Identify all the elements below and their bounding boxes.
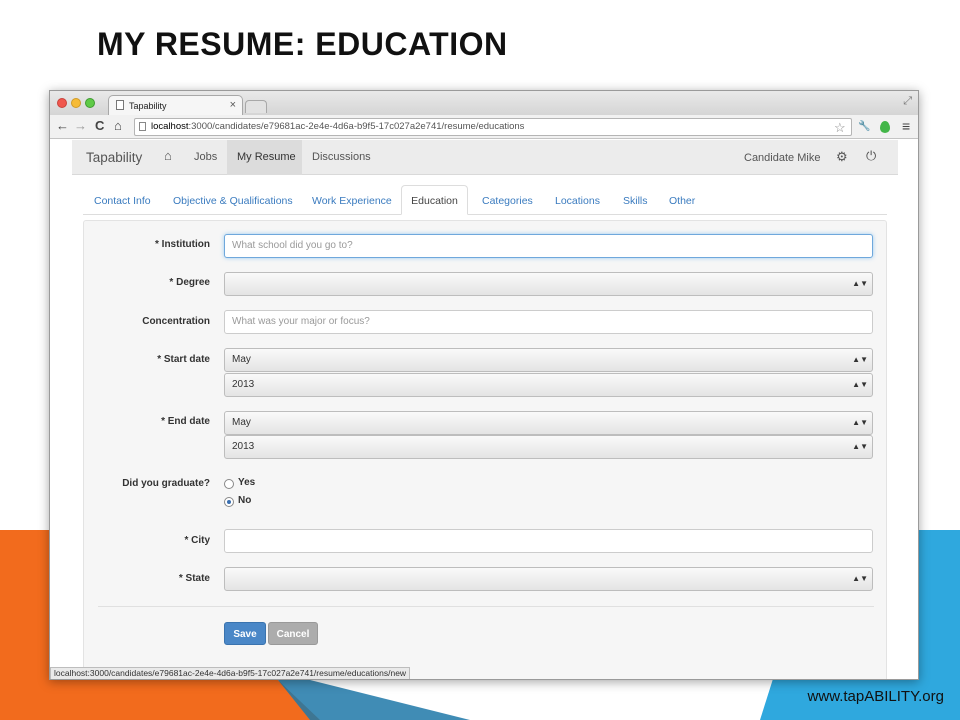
education-form: * Institution What school did you go to?… [83,220,887,679]
browser-tabbar: Tapability × ⤢ [50,91,918,115]
start-date-label: * Start date [157,354,210,365]
page-icon [116,100,124,110]
tab-education[interactable]: Education [401,185,468,215]
select-arrows-icon: ▲▼ [852,574,868,583]
browser-toolbar: ← → C ⌂ localhost:3000/candidates/e79681… [50,115,918,139]
minimize-window-button[interactable] [71,98,81,108]
gear-icon[interactable]: ⚙ [836,149,848,165]
footer-url: www.tapABILITY.org [807,688,944,705]
state-select[interactable]: ▲▼ [224,567,873,591]
fullscreen-icon[interactable]: ⤢ [903,95,912,108]
resume-tabs: Contact Info Objective & Qualifications … [83,185,887,215]
brand-logo[interactable]: Tapability [86,150,142,165]
nav-home-icon[interactable]: ⌂ [164,148,172,163]
degree-select[interactable]: ▲▼ [224,272,873,296]
tab-other[interactable]: Other [669,195,695,207]
nav-item-jobs[interactable]: Jobs [194,151,217,163]
degree-label: * Degree [169,277,210,288]
address-bar[interactable]: localhost:3000/candidates/e79681ac-2e4e-… [134,118,852,136]
home-icon[interactable]: ⌂ [114,118,122,134]
end-year-value: 2013 [232,441,255,452]
nav-user-name[interactable]: Candidate Mike [744,152,820,164]
forward-icon[interactable]: → [74,118,87,134]
city-label: * City [184,535,210,546]
select-arrows-icon: ▲▼ [852,279,868,288]
zoom-window-button[interactable] [85,98,95,108]
url-page-icon [139,122,146,131]
institution-label: * Institution [155,239,210,250]
slide-title: MY RESUME: EDUCATION [97,26,508,62]
concentration-input[interactable]: What was your major or focus? [224,310,873,334]
select-arrows-icon: ▲▼ [852,442,868,451]
tab-close-icon[interactable]: × [230,99,236,111]
graduated-yes-radio[interactable] [224,479,234,489]
form-divider [98,606,874,607]
institution-input[interactable]: What school did you go to? [224,234,873,258]
menu-icon[interactable]: ≡ [902,118,910,134]
tab-contact-info[interactable]: Contact Info [94,195,151,207]
url-path: :3000/candidates/e79681ac-2e4e-4d6a-b9f5… [188,121,525,132]
page-content: Tapability ⌂ Jobs My Resume Discussions … [50,140,918,679]
graduated-no-label[interactable]: No [238,495,251,506]
close-window-button[interactable] [57,98,67,108]
start-month-value: May [232,354,251,365]
tab-locations[interactable]: Locations [555,195,600,207]
concentration-label: Concentration [142,316,210,327]
browser-tab-title: Tapability [129,101,167,111]
browser-tab[interactable]: Tapability × [108,95,243,115]
app-navbar: Tapability ⌂ Jobs My Resume Discussions … [72,140,898,175]
tab-skills[interactable]: Skills [623,195,648,207]
back-icon[interactable]: ← [56,118,69,134]
end-month-select[interactable]: May ▲▼ [224,411,873,435]
tab-objective-qualifications[interactable]: Objective & Qualifications [173,195,293,207]
start-month-select[interactable]: May ▲▼ [224,348,873,372]
end-date-label: * End date [161,416,210,427]
end-month-value: May [232,417,251,428]
nav-item-my-resume[interactable]: My Resume [237,151,296,163]
select-arrows-icon: ▲▼ [852,418,868,427]
nav-item-discussions[interactable]: Discussions [312,151,371,163]
tab-categories[interactable]: Categories [482,195,533,207]
new-tab-button[interactable] [245,100,267,113]
select-arrows-icon: ▲▼ [852,380,868,389]
select-arrows-icon: ▲▼ [852,355,868,364]
end-year-select[interactable]: 2013 ▲▼ [224,435,873,459]
extension-icon[interactable] [880,121,890,133]
start-year-select[interactable]: 2013 ▲▼ [224,373,873,397]
url-host: localhost [151,121,189,132]
browser-window: Tapability × ⤢ ← → C ⌂ localhost:3000/ca… [49,90,919,680]
wrench-icon[interactable]: 🔧 [858,119,870,135]
graduated-label: Did you graduate? [122,478,210,489]
cancel-button[interactable]: Cancel [268,622,318,645]
bookmark-star-icon[interactable]: ☆ [834,120,846,136]
graduated-no-radio[interactable] [224,497,234,507]
status-bar-url: localhost:3000/candidates/e79681ac-2e4e-… [50,667,411,679]
start-year-value: 2013 [232,379,255,390]
graduated-yes-label[interactable]: Yes [238,477,255,488]
tab-work-experience[interactable]: Work Experience [312,195,392,207]
save-button[interactable]: Save [224,622,266,645]
reload-icon[interactable]: C [95,118,104,134]
city-input[interactable] [224,529,873,553]
power-icon[interactable]: ⏻ [866,148,876,164]
state-label: * State [178,573,210,584]
